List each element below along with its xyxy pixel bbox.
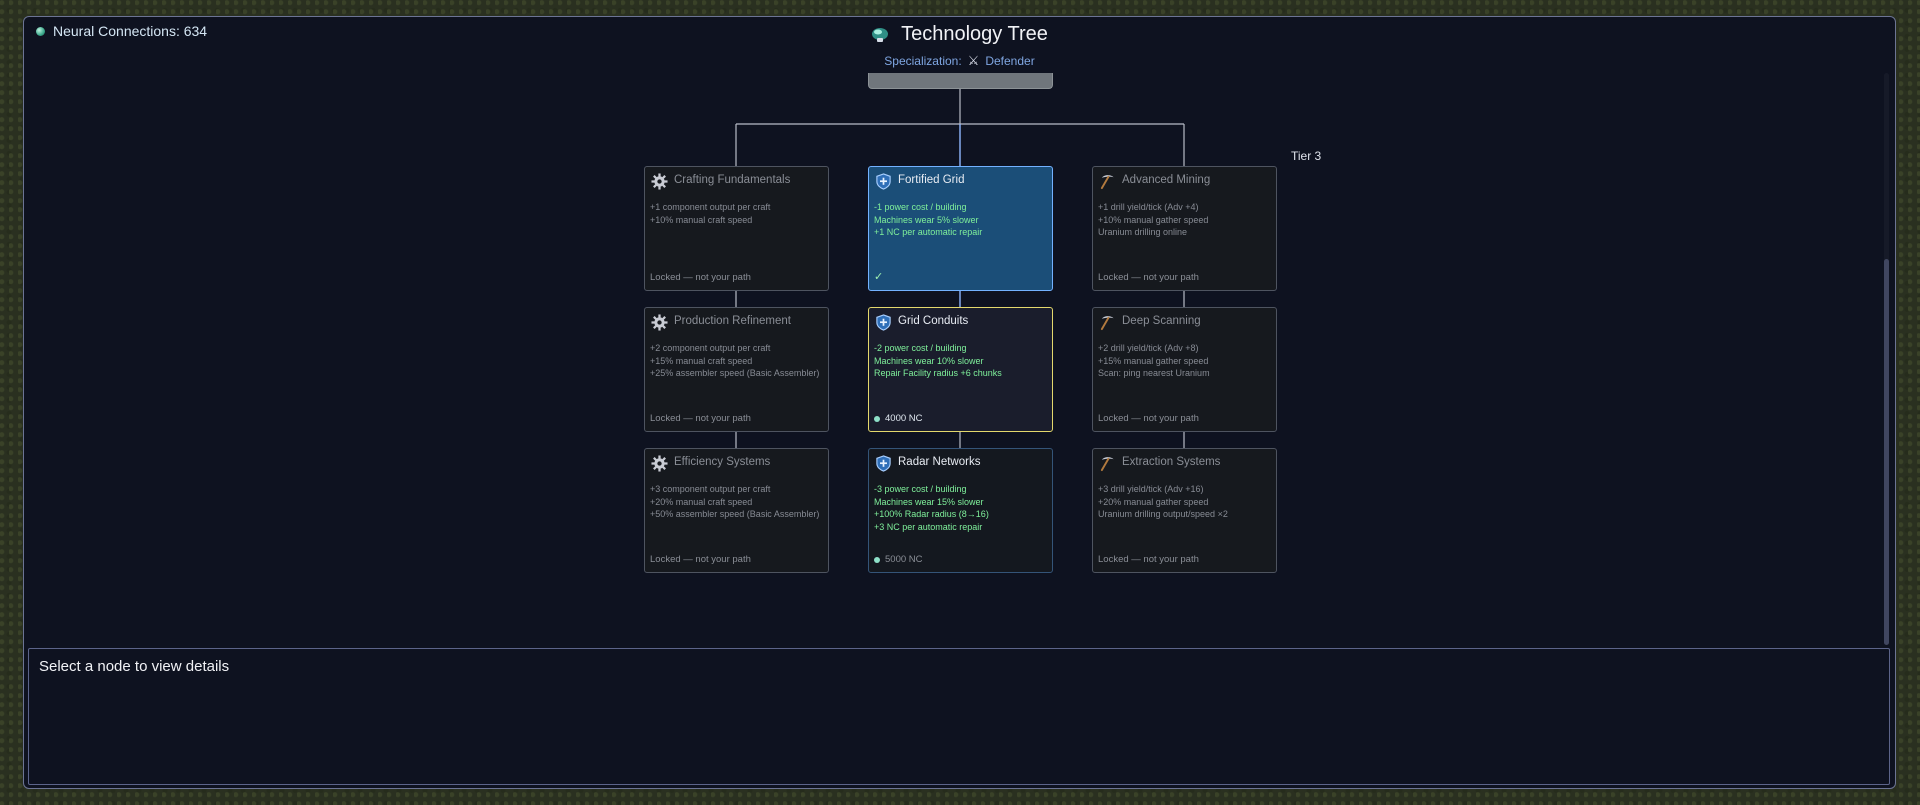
effect-line: +50% assembler speed (Basic Assembler) — [650, 509, 820, 519]
neural-connection-gem-icon — [874, 556, 880, 563]
effect-line: Machines wear 10% slower — [874, 355, 984, 366]
node-effects: -1 power cost / building Machines wear 5… — [874, 201, 982, 239]
node-efficiency-systems[interactable]: Efficiency Systems +3 component output p… — [644, 448, 829, 573]
shield-plus-icon — [876, 314, 891, 331]
pickaxe-icon — [1100, 457, 1114, 472]
gear-icon — [651, 173, 668, 190]
neural-connection-gem-icon — [874, 415, 880, 422]
specialization-row: Specialization: ⚔ Defender — [24, 53, 1895, 69]
node-cost: 4000 NC — [874, 413, 923, 424]
node-status: Locked — not your path — [1098, 413, 1199, 424]
page-title: Technology Tree — [901, 23, 1048, 45]
effect-line: +15% manual gather speed — [1098, 355, 1209, 366]
tier-2-node-partial[interactable] — [868, 73, 1053, 89]
node-extraction-systems[interactable]: Extraction Systems +3 drill yield/tick (… — [1092, 448, 1277, 573]
effect-line: +2 component output per craft — [650, 343, 771, 353]
node-deep-scanning[interactable]: Deep Scanning +2 drill yield/tick (Adv +… — [1092, 307, 1277, 432]
node-status: ✓ — [874, 270, 883, 283]
node-title: Radar Networks — [898, 456, 981, 468]
effect-line: +1 drill yield/tick (Adv +4) — [1098, 202, 1199, 212]
node-status-text: Locked — not your path — [650, 272, 751, 283]
node-effects: +1 component output per craft +10% manua… — [650, 201, 770, 226]
effect-line: +25% assembler speed (Basic Assembler) — [650, 368, 820, 378]
effect-line: Uranium drilling online — [1098, 227, 1188, 237]
tree-scrollbar[interactable] — [1884, 73, 1889, 645]
node-cost-text: 5000 NC — [885, 554, 923, 565]
effect-line: -2 power cost / building — [874, 343, 967, 353]
node-title: Deep Scanning — [1122, 315, 1201, 327]
node-title: Production Refinement — [674, 315, 791, 327]
node-status-text: Locked — not your path — [1098, 272, 1199, 283]
node-effects: +2 component output per craft +15% manua… — [650, 342, 819, 380]
node-status: Locked — not your path — [650, 272, 751, 283]
tech-tree-window: Neural Connections: 634 Technology Tree … — [23, 16, 1896, 789]
node-advanced-mining[interactable]: Advanced Mining +1 drill yield/tick (Adv… — [1092, 166, 1277, 291]
node-title: Advanced Mining — [1122, 174, 1211, 186]
effect-line: -1 power cost / building — [874, 202, 967, 212]
node-effects: -3 power cost / building Machines wear 1… — [874, 483, 989, 533]
effect-line: +20% manual craft speed — [650, 496, 753, 507]
node-title: Crafting Fundamentals — [674, 174, 791, 186]
effect-line: +15% manual craft speed — [650, 355, 753, 366]
checkmark-icon: ✓ — [874, 271, 884, 283]
node-effects: +2 drill yield/tick (Adv +8) +15% manual… — [1098, 342, 1210, 380]
scrollbar-thumb[interactable] — [1884, 259, 1889, 645]
tier-label: Tier 3 — [1291, 149, 1322, 163]
effect-line: Machines wear 5% slower — [874, 214, 979, 225]
effect-line: +20% manual gather speed — [1098, 496, 1209, 507]
specialization-value: Defender — [985, 54, 1035, 68]
node-effects: +1 drill yield/tick (Adv +4) +10% manual… — [1098, 201, 1208, 239]
node-crafting-fundamentals[interactable]: Crafting Fundamentals +1 component outpu… — [644, 166, 829, 291]
node-cost-text: 4000 NC — [885, 413, 923, 424]
effect-line: Repair Facility radius +6 chunks — [874, 368, 1002, 378]
node-fortified-grid[interactable]: Fortified Grid -1 power cost / building … — [868, 166, 1053, 291]
gear-icon — [651, 455, 668, 472]
node-title: Extraction Systems — [1122, 456, 1221, 468]
specialization-label: Specialization: — [884, 54, 962, 68]
effect-line: +1 NC per automatic repair — [874, 227, 983, 237]
effect-line: +2 drill yield/tick (Adv +8) — [1098, 343, 1199, 353]
node-effects: +3 drill yield/tick (Adv +16) +20% manua… — [1098, 483, 1228, 521]
node-title: Grid Conduits — [898, 315, 969, 327]
effect-line: Machines wear 15% slower — [874, 496, 984, 507]
effect-line: +10% manual gather speed — [1098, 214, 1209, 225]
effect-line: +3 drill yield/tick (Adv +16) — [1098, 484, 1204, 494]
effect-line: +1 component output per craft — [650, 202, 771, 212]
effect-line: +3 component output per craft — [650, 484, 771, 494]
effect-line: +10% manual craft speed — [650, 214, 753, 225]
node-effects: -2 power cost / building Machines wear 1… — [874, 342, 1002, 380]
effect-line: Uranium drilling output/speed ×2 — [1098, 509, 1228, 519]
node-status-text: Locked — not your path — [1098, 413, 1199, 424]
header: Technology Tree Specialization: ⚔ Defend… — [24, 23, 1895, 69]
node-cost: 5000 NC — [874, 554, 923, 565]
gear-icon — [651, 314, 668, 331]
node-status: Locked — not your path — [650, 554, 751, 565]
node-status: Locked — not your path — [1098, 554, 1199, 565]
node-effects: +3 component output per craft +20% manua… — [650, 483, 819, 521]
crossed-swords-icon: ⚔ — [967, 53, 980, 68]
node-grid-conduits[interactable]: Grid Conduits -2 power cost / building M… — [868, 307, 1053, 432]
shield-plus-icon — [876, 173, 891, 190]
pickaxe-icon — [1100, 175, 1114, 190]
tree-canvas[interactable]: Crafting Fundamentals +1 component outpu… — [24, 73, 1886, 645]
node-radar-networks[interactable]: Radar Networks -3 power cost / building … — [868, 448, 1053, 573]
node-status-text: Locked — not your path — [650, 554, 751, 565]
node-status: Locked — not your path — [650, 413, 751, 424]
shield-plus-icon — [876, 455, 891, 472]
effect-line: Scan: ping nearest Uranium — [1098, 368, 1210, 378]
node-status: Locked — not your path — [1098, 272, 1199, 283]
details-panel: Select a node to view details — [28, 648, 1890, 785]
effect-line: +100% Radar radius (8→16) — [874, 509, 989, 519]
effect-line: +3 NC per automatic repair — [874, 521, 983, 532]
effect-line: -3 power cost / building — [874, 484, 967, 494]
node-title: Fortified Grid — [898, 174, 965, 186]
brain-icon — [872, 27, 889, 42]
details-placeholder: Select a node to view details — [39, 658, 230, 675]
node-status-text: Locked — not your path — [650, 413, 751, 424]
node-status-text: Locked — not your path — [1098, 554, 1199, 565]
node-title: Efficiency Systems — [674, 456, 771, 468]
pickaxe-icon — [1100, 316, 1114, 331]
node-production-refinement[interactable]: Production Refinement +2 component outpu… — [644, 307, 829, 432]
